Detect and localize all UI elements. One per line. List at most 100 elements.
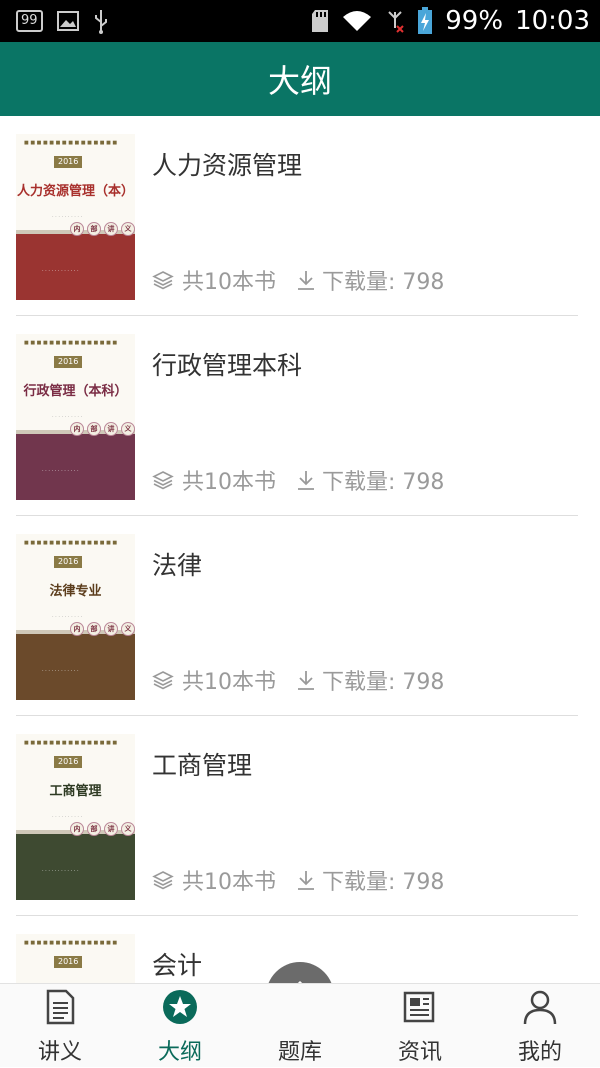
- download-count-text: 下载量: 798: [322, 270, 445, 295]
- download-icon: [298, 471, 314, 490]
- cover-band: 内 部 讲 义 · · · · · · · · · · · ·: [16, 222, 135, 300]
- book-cover-image: ■ ■ ■ ■ ■ ■ ■ ■ ■ ■ ■ ■ ■ ■ ■ 2016 人力资源管…: [16, 134, 135, 300]
- layers-icon: [152, 471, 174, 490]
- outline-list-item[interactable]: ■ ■ ■ ■ ■ ■ ■ ■ ■ ■ ■ ■ ■ ■ ■ 2016 法律专业 …: [0, 516, 600, 716]
- cover-subtitle: · · · · · · · · · ·: [52, 214, 83, 220]
- cover-band-text: · · · · · · · · · · · ·: [42, 468, 79, 474]
- no-signal-icon: [388, 11, 404, 33]
- cover-seal: 内: [70, 622, 84, 636]
- download-count-text: 下载量: 798: [322, 670, 445, 695]
- cover-band: 内 部 讲 义 · · · · · · · · · · · ·: [16, 422, 135, 500]
- cover-band-text: · · · · · · · · · · · ·: [42, 868, 79, 874]
- cover-seals: 内 部 讲 义: [70, 422, 135, 436]
- layers-icon: [152, 271, 174, 290]
- book-count: 共10本书: [152, 464, 276, 496]
- cover-seal: 义: [121, 222, 135, 236]
- cover-title: 工商管理: [49, 784, 102, 799]
- cover-seal: 义: [121, 422, 135, 436]
- cover-year: 2016: [54, 156, 83, 168]
- cover-seals: 内 部 讲 义: [70, 222, 135, 236]
- tab-profile[interactable]: 我的: [480, 984, 600, 1068]
- book-cover-image: ■ ■ ■ ■ ■ ■ ■ ■ ■ ■ ■ ■ ■ ■ ■ 2016 法律专业 …: [16, 534, 135, 700]
- tab-outline[interactable]: 大纲: [120, 984, 240, 1068]
- cover-year: 2016: [54, 756, 83, 768]
- cover-year: 2016: [54, 556, 83, 568]
- document-icon: [46, 989, 75, 1025]
- cover-seal: 讲: [104, 222, 118, 236]
- book-count: 共10本书: [152, 264, 276, 296]
- battery-percentage: 99%: [445, 6, 504, 36]
- book-count-text: 共10本书: [182, 870, 276, 895]
- outline-list-item[interactable]: ■ ■ ■ ■ ■ ■ ■ ■ ■ ■ ■ ■ ■ ■ ■ 2016 行政管理（…: [0, 316, 600, 516]
- outline-title: 法律: [152, 551, 203, 580]
- tab-news[interactable]: 资讯: [360, 984, 480, 1068]
- wifi-icon: [343, 11, 372, 31]
- outline-list-item[interactable]: ■ ■ ■ ■ ■ ■ ■ ■ ■ ■ ■ ■ ■ ■ ■ 2016 人力资源管…: [0, 116, 600, 316]
- download-icon: [298, 671, 314, 690]
- tab-label: 讲义: [37, 1040, 82, 1065]
- tab-question-bank[interactable]: 题库: [240, 984, 360, 1068]
- outline-list-item[interactable]: ■ ■ ■ ■ ■ ■ ■ ■ ■ ■ ■ ■ ■ ■ ■ 2016 工商管理 …: [0, 716, 600, 916]
- book-count-text: 共10本书: [182, 270, 276, 295]
- outline-title: 人力资源管理: [152, 151, 303, 180]
- book-count: 共10本书: [152, 864, 276, 896]
- outline-title: 工商管理: [152, 751, 253, 780]
- book-cover-image: ■ ■ ■ ■ ■ ■ ■ ■ ■ ■ ■ ■ ■ ■ ■ 2016 · · ·…: [16, 934, 135, 984]
- book-count-text: 共10本书: [182, 470, 276, 495]
- download-count-text: 下载量: 798: [322, 870, 445, 895]
- cover-band: 内 部 讲 义 · · · · · · · · · · · ·: [16, 622, 135, 700]
- outline-title: 行政管理本科: [152, 351, 303, 380]
- outline-meta: 共10本书 下载量: 798: [152, 264, 444, 296]
- cover-seals: 内 部 讲 义: [70, 622, 135, 636]
- cover-seal: 讲: [104, 622, 118, 636]
- download-count: 下载量: 798: [296, 864, 444, 896]
- cover-publisher-text: ■ ■ ■ ■ ■ ■ ■ ■ ■ ■ ■ ■ ■ ■ ■: [24, 940, 118, 946]
- cover-subtitle: · · · · · · · · · ·: [52, 814, 83, 820]
- cover-year: 2016: [54, 356, 83, 368]
- cover-seal: 部: [87, 822, 101, 836]
- cover-seal: 讲: [104, 822, 118, 836]
- download-count-text: 下载量: 798: [322, 470, 445, 495]
- download-count: 下载量: 798: [296, 664, 444, 696]
- cover-subtitle: · · · · · · · · · ·: [52, 614, 83, 620]
- tab-label: 题库: [277, 1040, 322, 1065]
- sd-card-icon: [312, 10, 329, 32]
- cover-publisher-text: ■ ■ ■ ■ ■ ■ ■ ■ ■ ■ ■ ■ ■ ■ ■: [24, 540, 118, 546]
- status-bar: 99 99% 10:03: [0, 0, 600, 42]
- cover-seal: 内: [70, 222, 84, 236]
- cover-seal: 义: [121, 622, 135, 636]
- battery-charging-icon: [418, 7, 433, 34]
- book-count: 共10本书: [152, 664, 276, 696]
- tab-lectures[interactable]: 讲义: [0, 984, 120, 1068]
- star-circle-icon: [163, 990, 197, 1024]
- cover-seal: 部: [87, 622, 101, 636]
- clock: 10:03: [515, 6, 590, 36]
- cover-publisher-text: ■ ■ ■ ■ ■ ■ ■ ■ ■ ■ ■ ■ ■ ■ ■: [24, 340, 118, 346]
- tab-label: 我的: [517, 1040, 562, 1065]
- notification-count-badge: 99: [16, 10, 43, 32]
- cover-band-text: · · · · · · · · · · · ·: [42, 268, 79, 274]
- cover-title: 法律专业: [49, 584, 102, 599]
- cover-seal: 内: [70, 422, 84, 436]
- layers-icon: [152, 671, 174, 690]
- download-icon: [298, 271, 314, 290]
- bottom-tab-bar: 讲义 大纲 题库 资讯 我的: [0, 983, 600, 1067]
- page-title: 大纲: [267, 62, 332, 100]
- cover-band-text: · · · · · · · · · · · ·: [42, 668, 79, 674]
- cover-publisher-text: ■ ■ ■ ■ ■ ■ ■ ■ ■ ■ ■ ■ ■ ■ ■: [24, 740, 118, 746]
- layers-icon: [152, 871, 174, 890]
- download-count: 下载量: 798: [296, 464, 444, 496]
- outline-meta: 共10本书 下载量: 798: [152, 664, 444, 696]
- tab-label: 大纲: [157, 1040, 202, 1065]
- app-bar: 大纲: [0, 42, 600, 116]
- cover-subtitle: · · · · · · · · · ·: [52, 414, 83, 420]
- news-icon: [403, 991, 435, 1023]
- download-icon: [298, 871, 314, 890]
- cover-seal: 部: [87, 422, 101, 436]
- outline-title: 会计: [152, 951, 203, 980]
- outline-meta: 共10本书 下载量: 798: [152, 464, 444, 496]
- cover-year: 2016: [54, 956, 83, 968]
- cover-seal: 义: [121, 822, 135, 836]
- download-count: 下载量: 798: [296, 264, 444, 296]
- cover-title: 行政管理（本科）: [23, 384, 128, 399]
